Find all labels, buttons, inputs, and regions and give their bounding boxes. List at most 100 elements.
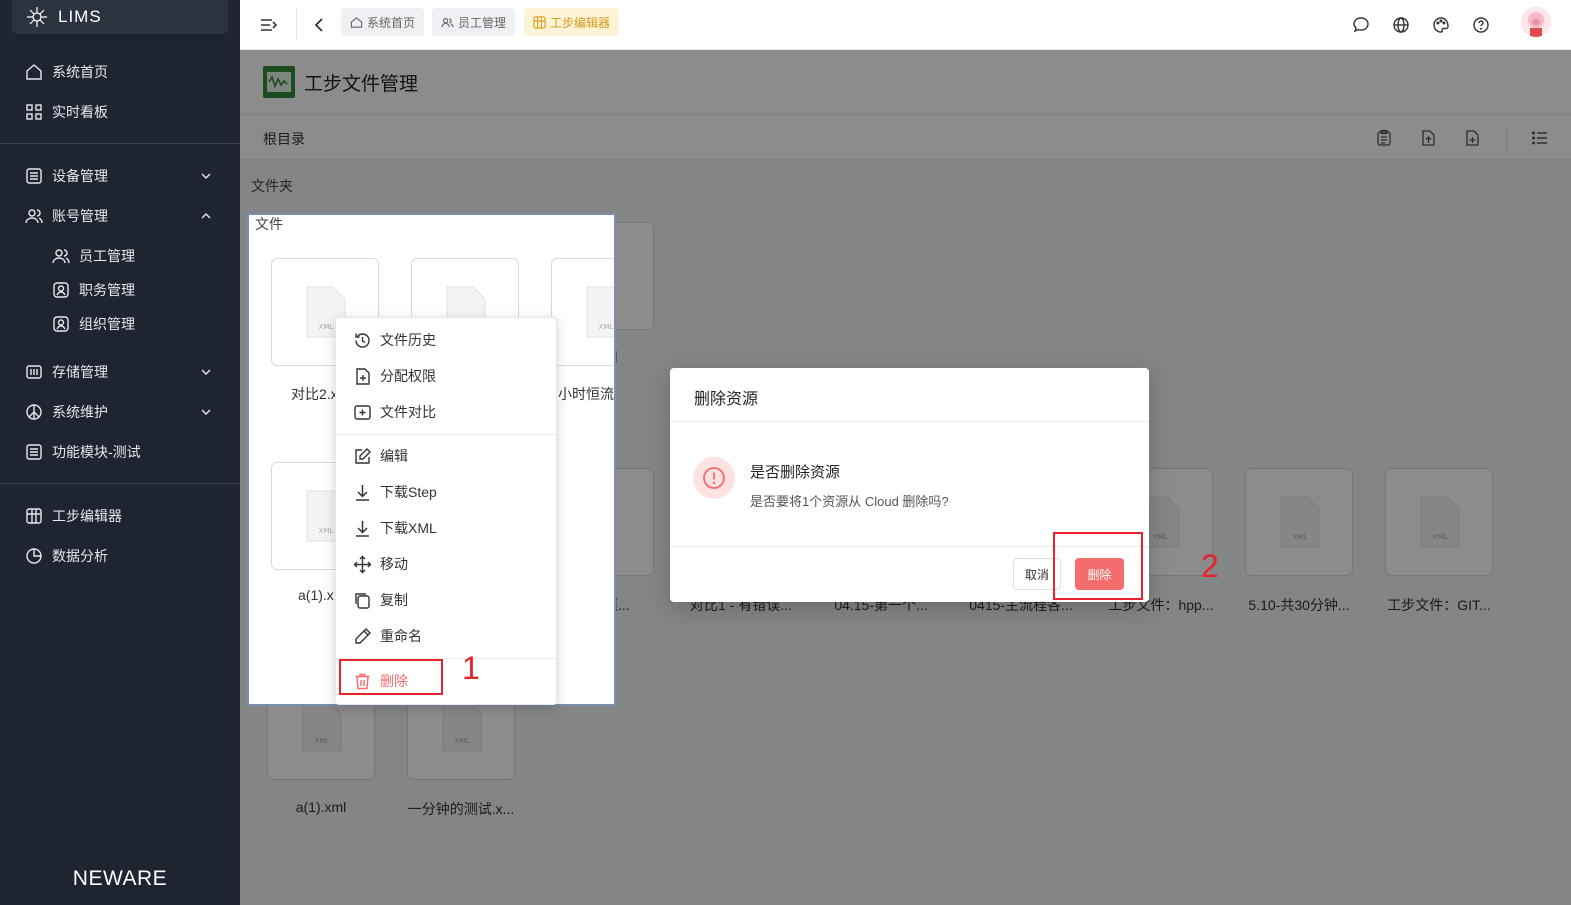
svg-text:XML: XML xyxy=(319,323,334,331)
annotation-box-1 xyxy=(339,659,443,695)
svg-text:XML: XML xyxy=(319,527,334,535)
menu-item-file-history[interactable]: 文件历史 xyxy=(336,324,558,356)
sidebar-item-step-editor[interactable]: 工步编辑器 xyxy=(0,498,240,534)
footer-brand: NEWARE xyxy=(72,867,168,890)
menu-item-label: 移动 xyxy=(380,556,408,572)
badge-icon xyxy=(52,281,70,299)
chevron-down-icon xyxy=(201,409,211,415)
storage-icon xyxy=(25,363,43,381)
file-name: 小时恒流 xyxy=(558,386,614,402)
dialog-header: 删除资源 xyxy=(670,368,1149,422)
file-name: a(1).x xyxy=(298,587,334,603)
dashboard-icon xyxy=(25,103,43,121)
menu-item-label: 下载Step xyxy=(380,484,437,500)
user-avatar-icon xyxy=(1528,12,1544,37)
warning-icon xyxy=(693,457,735,499)
sidebar-divider xyxy=(0,143,240,144)
rename-icon xyxy=(353,627,372,646)
menu-item-download-xml[interactable]: 下载XML xyxy=(336,512,558,544)
tab-step-editor[interactable]: 工步编辑器 xyxy=(524,8,620,36)
sidebar-item-devices[interactable]: 设备管理 xyxy=(0,158,240,194)
globe-icon xyxy=(1393,17,1409,33)
annotation-number-1: 1 xyxy=(462,650,480,686)
module-icon xyxy=(25,443,43,461)
sidebar-item-employees[interactable]: 员工管理 xyxy=(0,238,240,274)
download-icon xyxy=(353,483,372,502)
menu-fold-icon xyxy=(261,19,277,31)
file-name: 对比2.x xyxy=(291,386,338,402)
dialog-question: 是否删除资源 xyxy=(750,464,841,481)
menu-item-move[interactable]: 移动 xyxy=(336,548,558,580)
sidebar-item-label: 系统首页 xyxy=(52,64,108,80)
sidebar-divider xyxy=(0,483,240,484)
annotation-number-2: 2 xyxy=(1201,548,1219,584)
sidebar-item-storage[interactable]: 存储管理 xyxy=(0,354,240,390)
sidebar-item-label: 实时看板 xyxy=(52,104,108,120)
back-button[interactable] xyxy=(306,12,332,38)
sidebar-item-organizations[interactable]: 组织管理 xyxy=(0,306,240,342)
menu-item-edit[interactable]: 编辑 xyxy=(336,440,558,472)
sidebar-item-dashboard[interactable]: 实时看板 xyxy=(0,94,240,130)
menu-item-file-compare[interactable]: 文件对比 xyxy=(336,396,558,428)
message-icon xyxy=(1353,17,1369,33)
sidebar-item-label: 系统维护 xyxy=(52,404,108,420)
sidebar-item-label: 员工管理 xyxy=(79,248,135,264)
theme-button[interactable] xyxy=(1428,12,1454,38)
sidebar-item-accounts[interactable]: 账号管理 xyxy=(0,198,240,234)
tab-home[interactable]: 系统首页 xyxy=(341,8,425,36)
sidebar-item-label: 功能模块-测试 xyxy=(52,444,141,460)
brand[interactable]: LIMS xyxy=(12,0,228,34)
chevron-up-icon xyxy=(201,213,211,219)
annotation-box-2 xyxy=(1053,532,1143,600)
sidebar-item-label: 工步编辑器 xyxy=(52,508,122,524)
peace-icon xyxy=(25,403,43,421)
menu-item-label: 文件历史 xyxy=(380,332,436,348)
users-icon xyxy=(25,207,43,225)
sidebar-item-module-test[interactable]: 功能模块-测试 xyxy=(0,434,240,470)
sidebar-item-label: 组织管理 xyxy=(79,316,135,332)
avatar[interactable] xyxy=(1521,7,1551,37)
chevron-left-icon xyxy=(314,18,323,32)
menu-item-rename[interactable]: 重命名 xyxy=(336,620,558,652)
menu-item-label: 文件对比 xyxy=(380,404,436,420)
tab-employees[interactable]: 员工管理 xyxy=(432,8,516,36)
sidebar-item-label: 账号管理 xyxy=(52,208,108,224)
users-icon xyxy=(52,247,70,265)
sidebar-item-data-analysis[interactable]: 数据分析 xyxy=(0,538,240,574)
device-icon xyxy=(25,167,43,185)
sidebar-item-maintenance[interactable]: 系统维护 xyxy=(0,394,240,430)
dialog-title: 删除资源 xyxy=(694,391,759,408)
permission-icon xyxy=(353,367,372,386)
help-button[interactable] xyxy=(1468,12,1494,38)
badge-icon xyxy=(52,315,70,333)
compare-icon xyxy=(353,403,372,422)
language-button[interactable] xyxy=(1388,12,1414,38)
sidebar: LIMS 系统首页 实时看板 设备管理 账号管理 员工管理 职务管理 组织管理 … xyxy=(0,0,240,905)
edit-icon xyxy=(353,447,372,466)
xml-file-icon: XML xyxy=(586,286,614,338)
menu-item-copy[interactable]: 复制 xyxy=(336,584,558,616)
sidebar-item-label: 存储管理 xyxy=(52,364,108,380)
grid-icon xyxy=(533,15,546,29)
context-menu: 文件历史 分配权限 文件对比 编辑 下载Step 下载XML 移动 复制 重命名… xyxy=(335,317,558,705)
tab-label: 系统首页 xyxy=(367,15,416,30)
history-icon xyxy=(353,331,372,350)
sidebar-item-label: 设备管理 xyxy=(52,168,108,184)
sidebar-item-home[interactable]: 系统首页 xyxy=(0,54,240,90)
menu-item-label: 编辑 xyxy=(380,448,408,464)
menu-toggle-button[interactable] xyxy=(255,12,281,38)
header-divider xyxy=(296,8,297,40)
sidebar-item-positions[interactable]: 职务管理 xyxy=(0,272,240,308)
sidebar-item-label: 数据分析 xyxy=(52,548,108,564)
file-card[interactable]: XML xyxy=(551,258,614,366)
menu-item-label: 复制 xyxy=(380,592,408,608)
svg-text:XML: XML xyxy=(599,323,614,331)
menu-item-label: 分配权限 xyxy=(380,368,436,384)
brand-name: LIMS xyxy=(58,7,102,26)
menu-item-assign-permission[interactable]: 分配权限 xyxy=(336,360,558,392)
message-button[interactable] xyxy=(1348,12,1374,38)
tab-label: 员工管理 xyxy=(458,15,507,30)
menu-item-download-step[interactable]: 下载Step xyxy=(336,476,558,508)
lims-logo-icon xyxy=(27,7,47,27)
dialog-description: 是否要将1个资源从 Cloud 删除吗? xyxy=(750,494,949,509)
